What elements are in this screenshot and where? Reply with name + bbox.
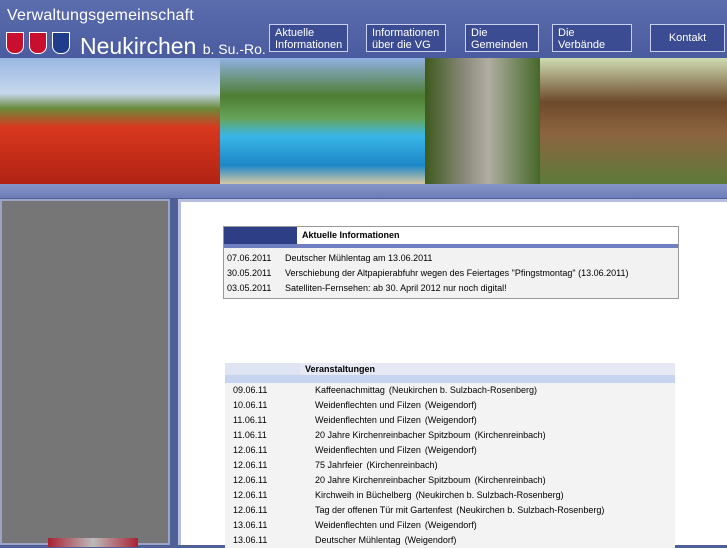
- event-place: (Weigendorf): [404, 535, 457, 545]
- nav-line2: Gemeinden: [471, 39, 528, 51]
- nav-informationen-vg[interactable]: Informationen über die VG: [366, 24, 446, 52]
- main-content: Aktuelle Informationen 07.06.2011 Deutsc…: [178, 199, 727, 548]
- event-title[interactable]: Kirchweih in Büchelberg: [315, 490, 412, 500]
- event-place: (Kirchenreinbach): [366, 460, 438, 470]
- event-title[interactable]: 75 Jahrfeier: [315, 460, 363, 470]
- event-date: 12.06.11: [233, 445, 268, 455]
- events-divider: [225, 375, 675, 383]
- event-place: (Weigendorf): [424, 520, 477, 530]
- event-place: (Kirchenreinbach): [474, 430, 546, 440]
- crest-icon: [29, 32, 47, 54]
- nav-line1: Informationen: [372, 27, 440, 39]
- event-place: (Weigendorf): [424, 400, 477, 410]
- news-item[interactable]: 30.05.2011 Verschiebung der Altpapierabf…: [224, 266, 678, 281]
- event-date: 11.06.11: [233, 430, 267, 440]
- news-header-block: [224, 227, 297, 244]
- site-header: Verwaltungsgemeinschaft Neukirchen b. Su…: [0, 0, 727, 58]
- event-title[interactable]: Weidenflechten und Filzen: [315, 415, 421, 425]
- event-date: 09.06.11: [233, 385, 268, 395]
- nav-line1: Die: [558, 27, 575, 39]
- crest-icon: [6, 32, 24, 54]
- event-row[interactable]: 10.06.11 Weidenflechten und Filzen (Weigen…: [225, 398, 675, 413]
- news-date: 03.05.2011: [227, 283, 272, 293]
- event-place: (Neukirchen b. Sulzbach-Rosenberg): [388, 385, 537, 395]
- crest-group: [6, 32, 70, 54]
- swimming-pool-photo: [220, 58, 425, 184]
- event-row[interactable]: 13.06.11 Deutscher Mühlentag (Weigendorf): [225, 533, 675, 548]
- org-title: Verwaltungsgemeinschaft: [7, 7, 194, 24]
- event-row[interactable]: 12.06.11 75 Jahrfeier (Kirchenreinbach): [225, 458, 675, 473]
- news-item[interactable]: 07.06.2011 Deutscher Mühlentag am 13.06.…: [224, 251, 678, 266]
- event-title[interactable]: Tag der offenen Tür mit Gartenfest: [315, 505, 452, 515]
- event-date: 13.06.11: [233, 535, 268, 545]
- news-date: 30.05.2011: [227, 268, 272, 278]
- events-heading: Veranstaltungen: [305, 364, 376, 374]
- wooden-hut-photo: [540, 58, 727, 184]
- event-date: 11.06.11: [233, 415, 267, 425]
- place-suffix: b. Su.-Ro.: [202, 41, 266, 57]
- place-main: Neukirchen: [80, 33, 197, 59]
- event-title[interactable]: Kaffeenachmittag: [315, 385, 385, 395]
- event-row[interactable]: 11.06.11 20 Jahre Kirchenreinbacher Spitz…: [225, 428, 675, 443]
- events-box: Veranstaltungen 09.06.11 Kaffeenachmittag…: [225, 363, 675, 548]
- rock-formation-photo: [425, 58, 540, 184]
- news-link[interactable]: Deutscher Mühlentag am 13.06.2011: [285, 251, 678, 266]
- nav-aktuelle-informationen[interactable]: Aktuelle Informationen: [269, 24, 348, 52]
- news-header: Aktuelle Informationen: [224, 227, 678, 244]
- event-row[interactable]: 13.06.11 Weidenflechten und Filzen (Weigen…: [225, 518, 675, 533]
- event-date: 12.06.11: [233, 475, 268, 485]
- news-heading: Aktuelle Informationen: [302, 230, 400, 240]
- nav-gemeinden[interactable]: Die Gemeinden: [465, 24, 539, 52]
- event-date: 12.06.11: [233, 460, 268, 470]
- sidebar-thumbnail[interactable]: [48, 538, 138, 547]
- nav-kontakt[interactable]: Kontakt: [650, 24, 725, 52]
- poppy-field-photo: [0, 58, 220, 184]
- event-date: 10.06.11: [233, 400, 268, 410]
- event-title[interactable]: Weidenflechten und Filzen: [315, 520, 421, 530]
- event-title[interactable]: Weidenflechten und Filzen: [315, 445, 421, 455]
- events-header: Veranstaltungen: [225, 363, 675, 375]
- news-item[interactable]: 03.05.2011 Satelliten-Fernsehen: ab 30. …: [224, 281, 678, 296]
- event-date: 13.06.11: [233, 520, 268, 530]
- event-place: (Kirchenreinbach): [474, 475, 546, 485]
- event-place: (Weigendorf): [424, 445, 477, 455]
- sidebar: [0, 199, 170, 547]
- event-row[interactable]: 12.06.11 Weidenflechten und Filzen (Weigen…: [225, 443, 675, 458]
- nav-line2: Verbände: [558, 39, 606, 51]
- event-place: (Weigendorf): [424, 415, 477, 425]
- event-title[interactable]: 20 Jahre Kirchenreinbacher Spitzboum: [315, 430, 471, 440]
- news-box: Aktuelle Informationen 07.06.2011 Deutsc…: [223, 226, 679, 299]
- nav-verbaende[interactable]: Die Verbände: [552, 24, 632, 52]
- nav-line2: Informationen: [275, 39, 343, 51]
- events-list: 09.06.11 Kaffeenachmittag (Neukirchen b. S…: [225, 383, 675, 548]
- event-row[interactable]: 09.06.11 Kaffeenachmittag (Neukirchen b. S…: [225, 383, 675, 398]
- event-place: (Neukirchen b. Sulzbach-Rosenberg): [456, 505, 605, 515]
- event-title[interactable]: Deutscher Mühlentag: [315, 535, 401, 545]
- news-date: 07.06.2011: [227, 253, 272, 263]
- nav-line2: über die VG: [372, 39, 431, 51]
- event-date: 12.06.11: [233, 490, 268, 500]
- news-link[interactable]: Satelliten-Fernsehen: ab 30. April 2012 …: [285, 281, 678, 296]
- nav-line1: Kontakt: [668, 32, 707, 44]
- crest-icon: [52, 32, 70, 54]
- event-row[interactable]: 11.06.11 Weidenflechten und Filzen (Weigen…: [225, 413, 675, 428]
- event-title[interactable]: Weidenflechten und Filzen: [315, 400, 421, 410]
- header-band: [0, 184, 727, 198]
- event-row[interactable]: 12.06.11 20 Jahre Kirchenreinbacher Spitz…: [225, 473, 675, 488]
- event-row[interactable]: 12.06.11 Kirchweih in Büchelberg (Neukirch…: [225, 488, 675, 503]
- place-title: Neukirchen b. Su.-Ro.: [80, 34, 266, 61]
- news-list: 07.06.2011 Deutscher Mühlentag am 13.06.…: [224, 248, 678, 298]
- news-link[interactable]: Verschiebung der Altpapierabfuhr wegen d…: [285, 266, 678, 281]
- nav-line1: Aktuelle: [275, 27, 315, 39]
- nav-line1: Die: [471, 27, 488, 39]
- event-date: 12.06.11: [233, 505, 268, 515]
- photo-strip: [0, 58, 727, 184]
- event-row[interactable]: 12.06.11 Tag der offenen Tür mit Gartenfe…: [225, 503, 675, 518]
- event-place: (Neukirchen b. Sulzbach-Rosenberg): [415, 490, 564, 500]
- event-title[interactable]: 20 Jahre Kirchenreinbacher Spitzboum: [315, 475, 471, 485]
- events-header-block: [225, 363, 300, 375]
